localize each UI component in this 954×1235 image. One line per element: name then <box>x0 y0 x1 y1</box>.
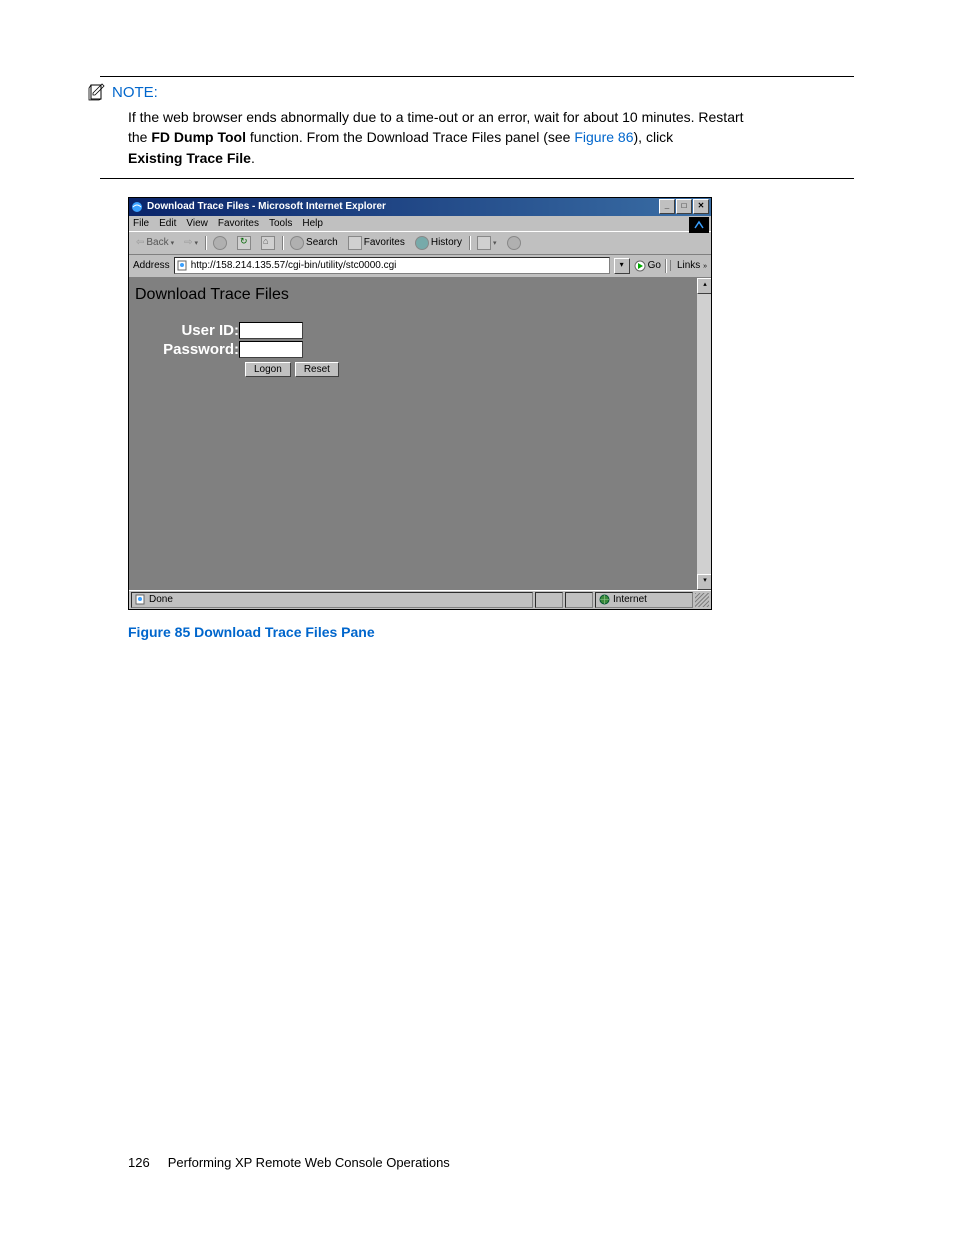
note-bold-2: Existing Trace File <box>128 150 251 166</box>
mail-button[interactable]: ▾ <box>474 236 500 250</box>
status-text: Done <box>149 594 173 605</box>
chapter-title: Performing XP Remote Web Console Operati… <box>168 1155 450 1170</box>
menu-edit[interactable]: Edit <box>159 218 176 229</box>
note-text-2a: the <box>128 129 151 145</box>
note-bold-1: FD Dump Tool <box>151 129 246 145</box>
maximize-button[interactable]: □ <box>676 199 692 214</box>
ie-icon <box>131 201 143 213</box>
page-icon <box>135 594 146 605</box>
reset-button[interactable]: Reset <box>295 362 339 377</box>
address-dropdown[interactable]: ▾ <box>614 258 630 274</box>
note-body: If the web browser ends abnormally due t… <box>128 107 854 168</box>
window-title: Download Trace Files - Microsoft Interne… <box>147 201 659 212</box>
addressbar: Address http://158.214.135.57/cgi-bin/ut… <box>129 255 711 278</box>
back-button[interactable]: ⇦Back ▾ <box>133 237 177 248</box>
status-empty-2 <box>565 592 593 608</box>
address-url: http://158.214.135.57/cgi-bin/utility/st… <box>191 260 397 271</box>
history-button[interactable]: History <box>412 236 465 250</box>
home-button[interactable]: ⌂ <box>258 236 278 250</box>
menu-view[interactable]: View <box>186 218 208 229</box>
scroll-down-button[interactable]: ▾ <box>697 574 711 590</box>
menu-tools[interactable]: Tools <box>269 218 292 229</box>
page-footer: 126 Performing XP Remote Web Console Ope… <box>128 1155 450 1170</box>
content-page-title: Download Trace Files <box>129 278 711 304</box>
stop-button[interactable] <box>210 236 230 250</box>
note-text-3end: . <box>251 150 255 166</box>
note-heading: NOTE: <box>112 84 158 101</box>
page-icon <box>177 260 188 271</box>
refresh-button[interactable]: ↻ <box>234 236 254 250</box>
minimize-button[interactable]: _ <box>659 199 675 214</box>
menu-favorites[interactable]: Favorites <box>218 218 259 229</box>
figure-caption: Figure 85 Download Trace Files Pane <box>128 624 854 640</box>
page-number: 126 <box>128 1155 150 1170</box>
address-input[interactable]: http://158.214.135.57/cgi-bin/utility/st… <box>174 257 610 274</box>
scroll-up-button[interactable]: ▴ <box>697 278 711 294</box>
logon-button[interactable]: Logon <box>245 362 291 377</box>
toolbar: ⇦Back ▾ ⇨ ▾ ↻ ⌂ Search Favorites History… <box>129 231 711 255</box>
go-button[interactable]: Go <box>634 260 661 272</box>
forward-button[interactable]: ⇨ ▾ <box>181 237 201 248</box>
userid-label: User ID: <box>135 322 239 339</box>
zone-pane: Internet <box>595 592 693 608</box>
content-area: Download Trace Files User ID: Password: … <box>129 278 711 590</box>
userid-input[interactable] <box>239 322 303 339</box>
browser-window: Download Trace Files - Microsoft Interne… <box>128 197 712 610</box>
titlebar: Download Trace Files - Microsoft Interne… <box>129 198 711 216</box>
globe-icon <box>599 594 610 605</box>
note-link[interactable]: Figure 86 <box>574 129 633 145</box>
login-form: User ID: Password: Logon Reset <box>135 322 711 377</box>
note-text-2c: ), click <box>634 129 674 145</box>
status-pane: Done <box>131 592 533 608</box>
menubar: File Edit View Favorites Tools Help <box>129 216 711 231</box>
print-button[interactable] <box>504 236 524 250</box>
favorites-button[interactable]: Favorites <box>345 236 408 250</box>
search-button[interactable]: Search <box>287 236 341 250</box>
note-block: NOTE: If the web browser ends abnormally… <box>100 76 854 179</box>
note-text-1: If the web browser ends abnormally due t… <box>128 109 744 125</box>
statusbar: Done Internet <box>129 590 711 609</box>
note-icon <box>88 83 106 101</box>
go-icon <box>634 260 646 272</box>
menu-help[interactable]: Help <box>302 218 323 229</box>
links-toolbar[interactable]: Links » <box>670 260 707 271</box>
vertical-scrollbar[interactable]: ▴ ▾ <box>697 278 711 590</box>
address-label: Address <box>133 260 170 271</box>
menu-file[interactable]: File <box>133 218 149 229</box>
status-empty-1 <box>535 592 563 608</box>
note-text-2b: function. From the Download Trace Files … <box>246 129 574 145</box>
zone-text: Internet <box>613 594 647 605</box>
password-label: Password: <box>135 341 239 358</box>
resize-grip[interactable] <box>695 593 709 607</box>
password-input[interactable] <box>239 341 303 358</box>
close-button[interactable]: ✕ <box>693 199 709 214</box>
ie-logo-icon <box>689 217 709 233</box>
